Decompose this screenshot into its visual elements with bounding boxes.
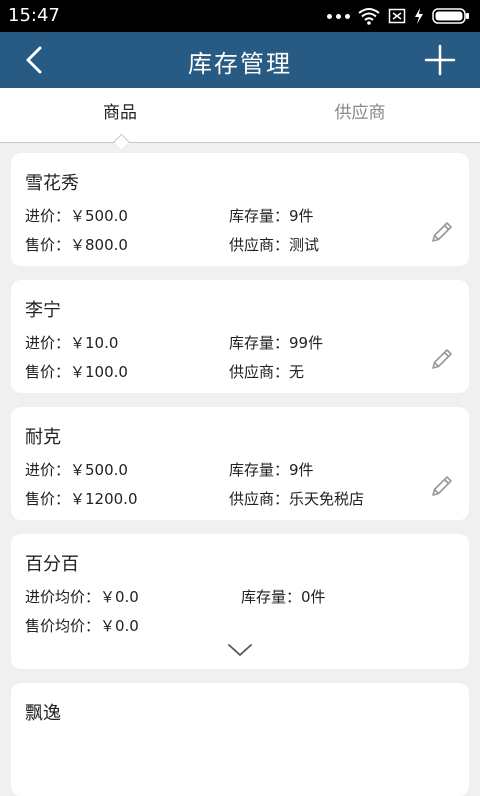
supplier: 供应商：测试 [229, 236, 320, 254]
supplier: 供应商：无 [229, 363, 305, 381]
product-name: 百分百 [25, 554, 79, 575]
edit-icon[interactable] [429, 219, 455, 245]
product-name: 李宁 [25, 300, 61, 321]
expand-icon[interactable] [227, 642, 253, 658]
product-name: 耐克 [25, 427, 61, 448]
status-icons [327, 7, 470, 25]
charging-icon [415, 8, 423, 24]
add-icon[interactable] [424, 44, 456, 76]
average-sale-price: 售价均价：￥0.0 [25, 617, 139, 635]
purchase-price: 进价：￥500.0 [25, 207, 128, 225]
purchase-price: 进价：￥500.0 [25, 461, 128, 479]
edit-icon[interactable] [429, 473, 455, 499]
stock-quantity: 库存量：9件 [229, 207, 314, 225]
stock-quantity: 库存量：99件 [229, 334, 324, 352]
page-title: 库存管理 [188, 50, 292, 78]
average-purchase-price: 进价均价：￥0.0 [25, 588, 139, 606]
edit-icon[interactable] [429, 346, 455, 372]
status-time: 15:47 [8, 5, 60, 26]
more-dots-icon [327, 13, 350, 19]
stock-quantity: 库存量：9件 [229, 461, 314, 479]
sale-price: 售价：￥100.0 [25, 363, 128, 381]
product-card[interactable]: 雪花秀 进价：￥500.0 库存量：9件 售价：￥800.0 供应商：测试 [11, 153, 469, 266]
supplier: 供应商：乐天免税店 [229, 490, 365, 508]
tab-bar: 商品 供应商 [0, 88, 480, 143]
status-bar: 15:47 [0, 0, 480, 32]
app-bar: 库存管理 [0, 32, 480, 88]
product-card[interactable]: 李宁 进价：￥10.0 库存量：99件 售价：￥100.0 供应商：无 [11, 280, 469, 393]
product-card[interactable]: 百分百 进价均价：￥0.0 库存量：0件 售价均价：￥0.0 [11, 534, 469, 669]
battery-icon [432, 8, 469, 24]
stock-quantity: 库存量：0件 [241, 588, 326, 606]
wifi-icon [358, 8, 380, 25]
sale-price: 售价：￥800.0 [25, 236, 128, 254]
product-name: 雪花秀 [25, 173, 79, 194]
tab-suppliers[interactable]: 供应商 [240, 88, 480, 142]
product-name: 飘逸 [25, 703, 61, 724]
sale-price: 售价：￥1200.0 [25, 490, 138, 508]
product-card[interactable]: 耐克 进价：￥500.0 库存量：9件 售价：￥1200.0 供应商：乐天免税店 [11, 407, 469, 520]
purchase-price: 进价：￥10.0 [25, 334, 119, 352]
no-sim-icon [388, 8, 406, 24]
